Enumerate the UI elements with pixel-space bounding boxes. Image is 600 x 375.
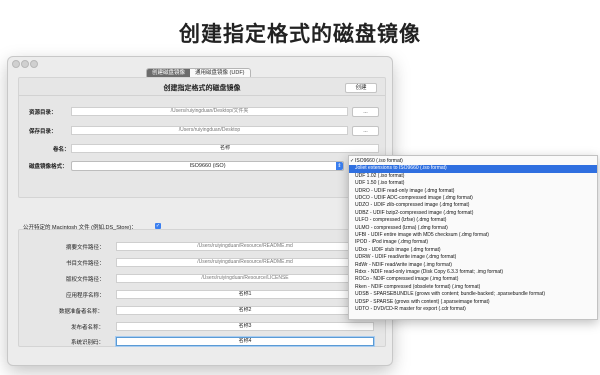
data-preparer-field[interactable]: 名称2 [116,306,374,315]
system-id-field[interactable]: 名称4 [116,337,374,346]
format-option[interactable]: ROCo - NDIF compressed image (.img forma… [349,276,597,283]
format-option[interactable]: ULFO - compressed (lzfse) (.dmg format) [349,217,597,224]
volume-name-field[interactable]: 名称 [71,144,379,153]
format-option[interactable]: UDF 1.50 (.iso format) [349,180,597,187]
format-option[interactable]: UDxx - UDIF stub image (.dmg format) [349,247,597,254]
format-option[interactable]: UDRO - UDIF read-only image (.dmg format… [349,188,597,195]
copyright-file-field[interactable]: /Users/ruiyingduan/Resource/LICENSE [116,274,374,283]
volume-name-label: 卷名： [53,147,70,153]
publisher-name-field[interactable]: 名称3 [116,322,374,331]
close-window-button[interactable] [12,60,20,68]
format-option[interactable]: UFBI - UDIF entire image with MD5 checks… [349,232,597,239]
checkmark-icon: ✓ [350,158,355,164]
page-headline: 创建指定格式的磁盘镜像 [179,22,421,46]
app-window: 创建磁盘镜像 通用磁盘镜像 (UDF) 创建指定格式的磁盘镜像 创建 资源目录：… [8,57,392,365]
public-mac-files-checkbox[interactable]: ✓ [155,223,161,229]
save-dir-label: 保存目录： [29,129,57,135]
abstract-file-field[interactable]: /Users/ruiyingduan/Resource/README.md [116,242,374,251]
format-option[interactable]: Joliet extensions to ISO9660 (.iso forma… [349,165,597,173]
create-button[interactable]: 创建 [345,83,377,93]
chevron-updown-icon: ⇕ [336,162,343,170]
system-id-label: 系统识别码： [71,340,105,346]
publisher-name-label: 发布者名称： [71,325,105,331]
format-option[interactable]: ULMO - compressed (lzma) (.dmg format) [349,225,597,232]
zoom-window-button[interactable] [30,60,38,68]
image-format-select[interactable]: ISO9660 (iSO) ⇕ [71,161,344,171]
data-preparer-label: 数据准备者名称： [59,309,104,315]
public-mac-files-label: 公开特定的 Macintosh 文件 (例如.DS_Store)： [23,225,137,231]
panel-title: 创建指定格式的磁盘镜像 [163,85,241,92]
save-browse-button[interactable]: ... [352,126,379,136]
application-name-label: 应用程序名称： [66,293,105,299]
source-browse-button[interactable]: ... [352,107,379,117]
format-option[interactable]: UDZO - UDIF zlib-compressed image (.dmg … [349,202,597,209]
format-option[interactable]: UDRW - UDIF read/write image (.dmg forma… [349,254,597,261]
format-option[interactable]: UDSP - SPARSE (grows with content) (.spa… [349,299,597,306]
format-option[interactable]: Rken - NDIF compressed (obsolete format)… [349,284,597,291]
image-format-dropdown-menu: ✓ ISO9660 (.iso format) Joliet extensions… [348,155,598,320]
bibliography-file-label: 书目文件路径： [66,261,105,267]
application-name-field[interactable]: 名称1 [116,290,374,299]
format-option[interactable]: ✓ ISO9660 (.iso format) [349,158,597,165]
metadata-panel: 公开特定的 Macintosh 文件 (例如.DS_Store)： ✓ 摘要文件… [18,223,386,347]
format-option[interactable]: UDBZ - UDIF bzip2-compressed image (.dmg… [349,210,597,217]
source-dir-label: 资源目录： [29,110,57,116]
create-image-panel: 创建指定格式的磁盘镜像 创建 资源目录： /Users/ruiyingduan/… [18,77,386,198]
copyright-file-label: 版权文件路径： [66,277,105,283]
format-option[interactable]: IPOD - iPod image (.dmg format) [349,239,597,246]
panel-divider [19,95,385,96]
image-format-value: ISO9660 (iSO) [189,163,226,169]
format-option[interactable]: UDCO - UDIF ADC-compressed image (.dmg f… [349,195,597,202]
format-option[interactable]: UDTO - DVD/CD-R master for export (.cdr … [349,306,597,313]
abstract-file-label: 摘要文件路径： [66,245,105,251]
source-dir-field[interactable]: /Users/ruiyingduan/Desktop/文件夹 [71,107,348,116]
title-bar [8,57,392,68]
minimize-window-button[interactable] [21,60,29,68]
format-option[interactable]: UDF 1.02 (.iso format) [349,173,597,180]
bibliography-file-field[interactable]: /Users/ruiyingduan/Resource/README.md [116,258,374,267]
format-option[interactable]: Rdxx - NDIF read-only image (Disk Copy 6… [349,269,597,276]
format-option[interactable]: UDSB - SPARSEBUNDLE (grows with content;… [349,291,597,298]
image-format-label: 磁盘镜像格式： [29,164,68,170]
format-option[interactable]: RdWr - NDIF read/write image (.img forma… [349,262,597,269]
save-dir-field[interactable]: /Users/ruiyingduan/Desktop [71,126,348,135]
